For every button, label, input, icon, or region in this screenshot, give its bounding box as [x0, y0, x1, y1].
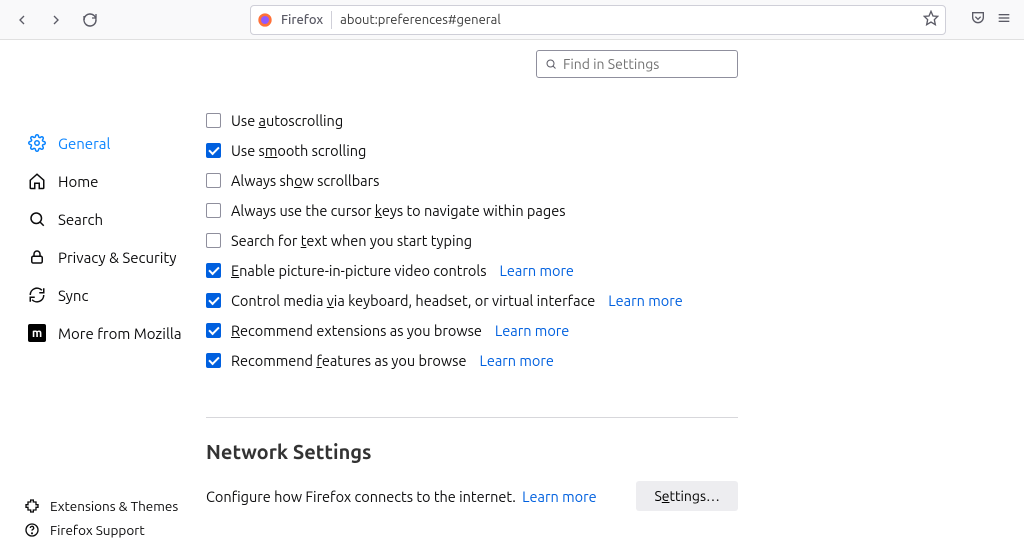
url-divider — [331, 11, 332, 29]
learn-more-link[interactable]: Learn more — [495, 322, 569, 339]
option-label[interactable]: Use smooth scrolling — [231, 142, 366, 159]
checkbox[interactable] — [206, 263, 221, 278]
sidebar-label: More from Mozilla — [58, 325, 182, 342]
sidebar-item-general[interactable]: General — [24, 124, 190, 162]
pocket-icon[interactable] — [970, 10, 986, 29]
option-label[interactable]: Recommend features as you browse — [231, 352, 466, 369]
option-row: Control media via keyboard, headset, or … — [206, 292, 996, 309]
option-row: Use smooth scrolling — [206, 142, 996, 159]
search-placeholder: Find in Settings — [563, 56, 659, 72]
option-row: Search for text when you start typing — [206, 232, 996, 249]
option-row: Recommend features as you browse Learn mo… — [206, 352, 996, 369]
menu-icon[interactable] — [996, 10, 1012, 29]
browser-toolbar: Firefox about:preferences#general — [0, 0, 1024, 40]
option-label[interactable]: Search for text when you start typing — [231, 232, 472, 249]
learn-more-link[interactable]: Learn more — [608, 292, 682, 309]
forward-button[interactable] — [42, 6, 70, 34]
option-row: Always use the cursor keys to navigate w… — [206, 202, 996, 219]
firefox-icon — [257, 12, 273, 28]
checkbox[interactable] — [206, 353, 221, 368]
learn-more-link[interactable]: Learn more — [500, 262, 574, 279]
network-desc: Configure how Firefox connects to the in… — [206, 488, 636, 505]
extensions-themes-link[interactable]: Extensions & Themes — [24, 498, 178, 514]
checkbox[interactable] — [206, 203, 221, 218]
sidebar-item-home[interactable]: Home — [24, 162, 190, 200]
checkbox[interactable] — [206, 113, 221, 128]
checkbox[interactable] — [206, 233, 221, 248]
sidebar-label: Privacy & Security — [58, 249, 177, 266]
checkbox[interactable] — [206, 173, 221, 188]
learn-more-link[interactable]: Learn more — [479, 352, 553, 369]
url-product: Firefox — [281, 13, 323, 27]
option-label[interactable]: Enable picture-in-picture video controls — [231, 262, 487, 279]
search-icon — [545, 58, 557, 70]
option-label[interactable]: Use autoscrolling — [231, 112, 343, 129]
option-label[interactable]: Recommend extensions as you browse — [231, 322, 482, 339]
link-label: Extensions & Themes — [50, 498, 178, 514]
checkbox[interactable] — [206, 143, 221, 158]
firefox-support-link[interactable]: Firefox Support — [24, 522, 178, 538]
sidebar-label: Sync — [58, 287, 88, 304]
sidebar: General Home Search Privacy & Security S… — [0, 40, 200, 558]
url-bar[interactable]: Firefox about:preferences#general — [250, 5, 946, 35]
section-divider — [206, 417, 738, 418]
mozilla-icon: m — [28, 324, 46, 342]
browsing-options: Use autoscrolling Use smooth scrolling Alw… — [206, 112, 996, 369]
option-label[interactable]: Always use the cursor keys to navigate w… — [231, 202, 566, 219]
network-settings-button[interactable]: Settings… — [636, 481, 738, 511]
sidebar-item-privacy[interactable]: Privacy & Security — [24, 238, 190, 276]
sidebar-label: General — [58, 135, 110, 152]
option-label[interactable]: Control media via keyboard, headset, or … — [231, 292, 595, 309]
option-row: Enable picture-in-picture video controls… — [206, 262, 996, 279]
reload-button-real[interactable] — [76, 6, 104, 34]
option-row: Recommend extensions as you browse Learn … — [206, 322, 996, 339]
sidebar-item-sync[interactable]: Sync — [24, 276, 190, 314]
find-in-settings[interactable]: Find in Settings — [536, 50, 738, 78]
option-label[interactable]: Always show scrollbars — [231, 172, 379, 189]
checkbox[interactable] — [206, 323, 221, 338]
link-label: Firefox Support — [50, 522, 145, 538]
network-learn-more[interactable]: Learn more — [522, 488, 596, 505]
option-row: Use autoscrolling — [206, 112, 996, 129]
back-button[interactable] — [8, 6, 36, 34]
bookmark-star-icon[interactable] — [923, 10, 939, 29]
sidebar-label: Search — [58, 211, 103, 228]
sidebar-label: Home — [58, 173, 98, 190]
toolbar-right — [970, 10, 1012, 29]
section-title: Network Settings — [206, 440, 996, 463]
url-text: about:preferences#general — [340, 13, 915, 27]
sidebar-item-search[interactable]: Search — [24, 200, 190, 238]
network-settings-section: Network Settings Configure how Firefox c… — [206, 417, 996, 511]
sidebar-item-more-mozilla[interactable]: m More from Mozilla — [24, 314, 190, 352]
option-row: Always show scrollbars — [206, 172, 996, 189]
main-content: Find in Settings Use autoscrolling Use sm… — [200, 40, 1024, 558]
checkbox[interactable] — [206, 293, 221, 308]
